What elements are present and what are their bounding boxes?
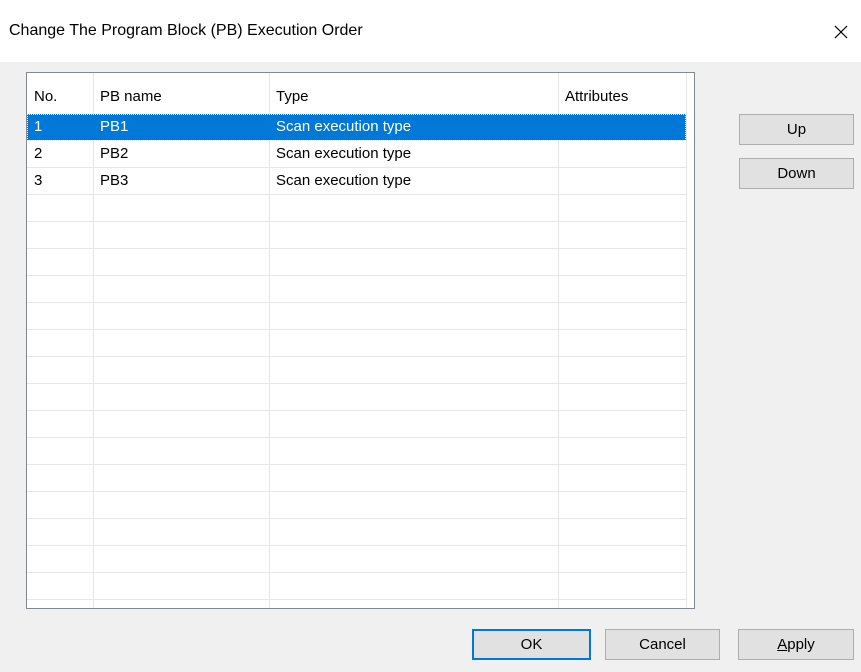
column-header-no[interactable]: No. xyxy=(27,73,93,113)
empty-row xyxy=(27,546,686,573)
empty-row xyxy=(27,519,686,546)
cell-no: 1 xyxy=(34,118,43,135)
empty-row xyxy=(27,249,686,276)
close-button[interactable] xyxy=(826,17,856,47)
title-bar: Change The Program Block (PB) Execution … xyxy=(0,0,861,62)
empty-row xyxy=(27,357,686,384)
column-header-type[interactable]: Type xyxy=(269,73,558,113)
cell-pb-name: PB3 xyxy=(100,172,129,189)
empty-row xyxy=(27,411,686,438)
empty-row xyxy=(27,303,686,330)
empty-row xyxy=(27,276,686,303)
up-button[interactable]: Up xyxy=(739,114,854,145)
column-header-attributes[interactable]: Attributes xyxy=(558,73,686,113)
ok-button[interactable]: OK xyxy=(472,629,591,660)
table-header: No. PB name Type Attributes xyxy=(27,73,686,114)
table-row[interactable]: 3 PB3 Scan execution type xyxy=(27,168,686,195)
column-divider xyxy=(686,73,687,608)
cell-attributes xyxy=(558,141,686,167)
cell-attributes xyxy=(558,114,686,140)
cell-pb-name: PB2 xyxy=(100,145,129,162)
dialog-window: Change The Program Block (PB) Execution … xyxy=(0,0,861,672)
cell-type: Scan execution type xyxy=(276,118,412,135)
empty-row xyxy=(27,438,686,465)
cell-type: Scan execution type xyxy=(276,172,412,189)
apply-label: pply xyxy=(787,636,815,653)
pb-list[interactable]: No. PB name Type Attributes 1 PB1 Scan e… xyxy=(26,72,695,609)
column-header-pb-name[interactable]: PB name xyxy=(93,73,269,113)
cell-pb-name: PB1 xyxy=(100,118,129,135)
down-button[interactable]: Down xyxy=(739,158,854,189)
empty-row xyxy=(27,330,686,357)
cell-no: 3 xyxy=(34,172,43,189)
table-row[interactable]: 2 PB2 Scan execution type xyxy=(27,141,686,168)
apply-accelerator: A xyxy=(777,636,788,653)
cancel-button[interactable]: Cancel xyxy=(605,629,720,660)
pb-grid: No. PB name Type Attributes 1 PB1 Scan e… xyxy=(27,73,694,608)
dialog-title: Change The Program Block (PB) Execution … xyxy=(9,22,363,39)
cell-attributes xyxy=(558,168,686,194)
empty-row xyxy=(27,573,686,600)
empty-row xyxy=(27,222,686,249)
close-icon xyxy=(834,25,848,39)
empty-row xyxy=(27,465,686,492)
empty-row xyxy=(27,195,686,222)
empty-row xyxy=(27,384,686,411)
apply-button[interactable]: Apply xyxy=(738,629,854,660)
table-row[interactable]: 1 PB1 Scan execution type xyxy=(27,114,686,141)
empty-row xyxy=(27,492,686,519)
cell-type: Scan execution type xyxy=(276,145,412,162)
cell-no: 2 xyxy=(34,145,43,162)
